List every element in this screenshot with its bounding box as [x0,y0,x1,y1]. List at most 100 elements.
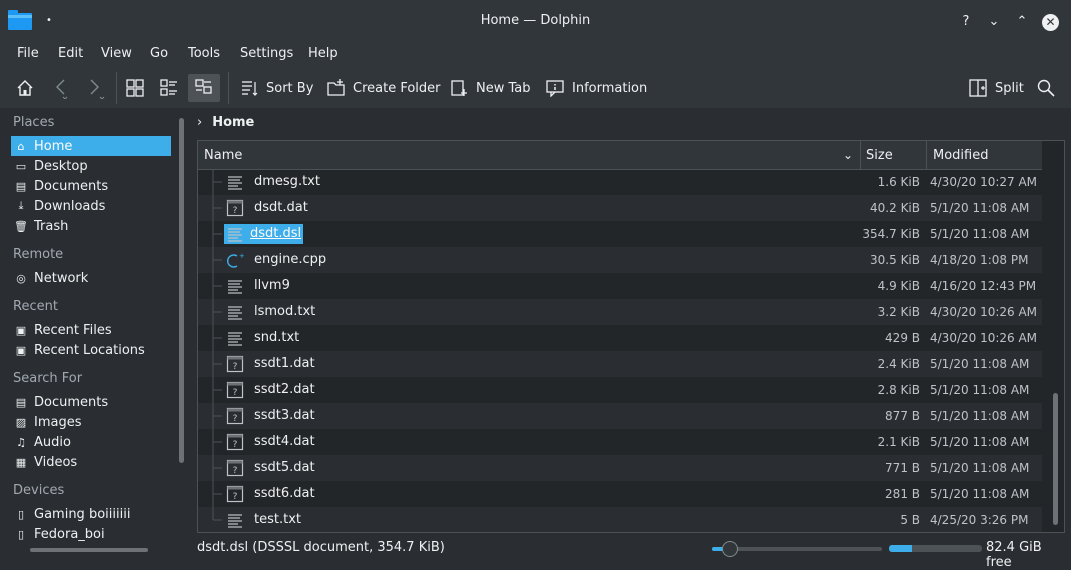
back-button[interactable] [52,74,70,102]
sort-chevron-down-icon[interactable]: ⌄ [843,141,853,169]
search-button[interactable] [1037,74,1055,102]
sidebar-item-documents[interactable]: ▤ Documents [11,176,171,196]
sidebar-item-search-documents[interactable]: ▤ Documents [11,392,171,412]
file-size: 354.7 KiB [862,227,920,241]
file-row[interactable]: dsdt.dsl 354.7 KiB 5/1/20 11:08 AM [198,221,1042,247]
network-icon: ◎ [16,271,26,285]
svg-text:?: ? [233,388,238,398]
menu-tools[interactable]: Tools [188,46,220,61]
file-name: dmesg.txt [254,174,320,189]
sort-by-button[interactable]: Sort By [240,74,313,102]
search-icon [1037,79,1055,97]
details-view-button[interactable] [188,74,220,102]
close-button[interactable]: ✕ [1042,14,1059,31]
home-icon [17,80,33,96]
sidebar-item-audio[interactable]: ♫ Audio [11,432,171,452]
sidebar-scrollbar[interactable] [179,118,184,463]
file-size: 2.8 KiB [877,383,920,397]
file-row[interactable]: test.txt 5 B 4/25/20 3:26 PM [198,507,1042,532]
column-size[interactable]: Size [866,141,893,169]
menu-edit[interactable]: Edit [58,46,83,61]
zoom-slider-handle[interactable] [722,541,738,557]
column-divider[interactable] [926,141,927,169]
recent-files-icon: ▣ [15,323,27,337]
menu-go[interactable]: Go [150,46,168,61]
title-bar[interactable]: • Home — Dolphin ? ⌄ ⌃ ✕ [0,0,1071,42]
sidebar-item-label: Images [34,414,82,430]
breadcrumb[interactable]: › Home [197,112,254,132]
status-bar: dsdt.dsl (DSSSL document, 354.7 KiB) 82.… [0,536,1071,570]
menu-settings[interactable]: Settings [240,46,293,61]
search-for-heading: Search For [13,371,83,386]
breadcrumb-home[interactable]: Home [212,115,254,130]
file-name: llvm9 [254,278,290,293]
sidebar-item-network[interactable]: ◎ Network [11,268,171,288]
file-modified: 5/1/20 11:08 AM [930,227,1030,241]
create-folder-label: Create Folder [353,80,441,96]
forward-button[interactable] [86,74,106,102]
tree-connector [212,481,222,507]
svg-text:?: ? [233,206,238,216]
file-row[interactable]: lsmod.txt 3.2 KiB 4/30/20 10:26 AM [198,299,1042,325]
home-button[interactable] [16,74,34,102]
sidebar-item-trash[interactable]: 🗑 Trash [11,216,171,236]
sidebar-item-home[interactable]: ⌂ Home [11,136,171,156]
svg-text:++: ++ [239,252,244,260]
file-row[interactable]: ? dsdt.dat 40.2 KiB 5/1/20 11:08 AM [198,195,1042,221]
file-row[interactable]: ? ssdt4.dat 2.1 KiB 5/1/20 11:08 AM [198,429,1042,455]
column-modified[interactable]: Modified [933,141,988,169]
chevron-right-icon[interactable]: › [197,115,202,130]
split-button[interactable]: Split [969,74,1024,102]
text-file-icon [226,277,244,295]
maximize-button[interactable]: ⌃ [1014,13,1030,29]
free-space-bar[interactable] [889,545,982,552]
file-view[interactable]: Name ⌄ Size Modified dmesg.txt 1.6 KiB 4/3… [197,140,1065,533]
menu-file[interactable]: File [17,46,39,61]
sidebar-item-label: Home [34,138,73,154]
file-modified: 4/30/20 10:27 AM [930,175,1038,189]
create-folder-button[interactable]: Create Folder [327,74,441,102]
file-row[interactable]: ? ssdt1.dat 2.4 KiB 5/1/20 11:08 AM [198,351,1042,377]
file-row[interactable]: ? ssdt5.dat 771 B 5/1/20 11:08 AM [198,455,1042,481]
sidebar-item-images[interactable]: ▨ Images [11,412,171,432]
new-tab-button[interactable]: New Tab [450,74,531,102]
information-icon [546,80,564,97]
svg-text:?: ? [233,440,238,450]
sidebar-item-downloads[interactable]: ⤓ Downloads [11,196,171,216]
svg-text:?: ? [233,492,238,502]
file-size: 281 B [885,487,920,501]
details-view-icon [195,79,212,94]
help-button[interactable]: ? [958,13,974,29]
menu-help[interactable]: Help [308,46,338,61]
sidebar-item-recent-locations[interactable]: ▣ Recent Locations [11,340,171,360]
column-divider[interactable] [860,141,861,169]
information-button[interactable]: Information [546,74,647,102]
file-row[interactable]: llvm9 4.9 KiB 4/16/20 12:43 PM [198,273,1042,299]
file-view-scrollbar[interactable] [1053,393,1058,525]
sidebar-item-desktop[interactable]: ▭ Desktop [11,156,171,176]
menu-view[interactable]: View [101,46,132,61]
zoom-slider[interactable] [712,541,882,557]
file-row[interactable]: dmesg.txt 1.6 KiB 4/30/20 10:27 AM [198,169,1042,195]
file-name: test.txt [254,512,301,527]
icons-view-button[interactable] [126,74,144,102]
column-name[interactable]: Name [204,141,854,169]
text-file-icon [226,225,244,243]
sidebar-item-recent-files[interactable]: ▣ Recent Files [11,320,171,340]
sidebar-item-device-gaming[interactable]: ▯ Gaming boiiiiiii [11,504,171,524]
file-row[interactable]: ? ssdt2.dat 2.8 KiB 5/1/20 11:08 AM [198,377,1042,403]
sidebar-item-label: Documents [34,394,109,410]
minimize-button[interactable]: ⌄ [986,13,1002,29]
text-file-icon [226,303,244,321]
svg-text:?: ? [233,466,238,476]
file-modified: 5/1/20 11:08 AM [930,383,1030,397]
window-title: Home — Dolphin [480,13,591,28]
compact-view-button[interactable] [160,74,178,102]
file-row[interactable]: ? ssdt3.dat 877 B 5/1/20 11:08 AM [198,403,1042,429]
file-row[interactable]: snd.txt 429 B 4/30/20 10:26 AM [198,325,1042,351]
file-size: 30.5 KiB [870,253,920,267]
sidebar-item-videos[interactable]: ▦ Videos [11,452,171,472]
file-row[interactable]: ? ssdt6.dat 281 B 5/1/20 11:08 AM [198,481,1042,507]
file-row[interactable]: ++ engine.cpp 30.5 KiB 4/18/20 1:08 PM [198,247,1042,273]
tree-connector [212,273,222,299]
